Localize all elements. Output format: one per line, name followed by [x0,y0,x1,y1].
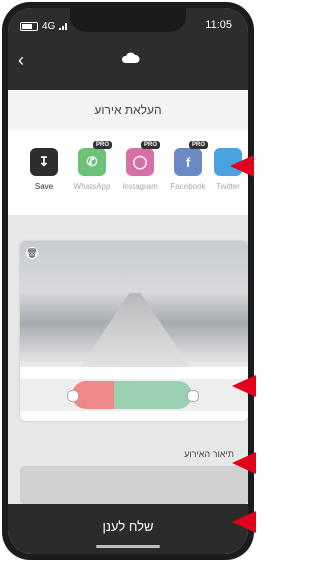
share-label: Twitter [216,182,240,191]
whatsapp-icon: ✆ PRO [78,141,112,176]
network-label: 4G [42,21,56,32]
trash-icon[interactable]: 🗑 [26,247,38,259]
share-label: Save [34,182,54,191]
trim-selection[interactable] [72,381,192,409]
share-whatsapp[interactable]: ✆ PRO WhatsApp [72,141,112,191]
twitter-icon [214,148,242,176]
notch [70,8,186,32]
share-row: ↧ Save ✆ PRO WhatsApp ◯ PRO Instagram f PRO… [8,130,248,215]
road-image [80,293,190,367]
app-header: ‹ [8,40,248,90]
video-card: 🗑 [20,241,248,421]
trim-handle-left[interactable] [67,390,79,402]
phone-frame: 4G 11:05 ‹ העלאת אירוע ↧ Save ✆ PRO Whats… [2,2,254,560]
download-icon: ↧ [30,148,58,176]
share-save[interactable]: ↧ Save [24,148,64,191]
clock: 11:05 [205,19,232,31]
share-instagram[interactable]: ◯ PRO Instagram [120,141,160,191]
pro-badge: PRO [140,141,160,149]
signal-icon [59,23,69,30]
share-label: WhatsApp [73,182,111,191]
pro-badge: PRO [92,141,112,149]
description-input[interactable] [20,466,248,504]
screen: 4G 11:05 ‹ העלאת אירוע ↧ Save ✆ PRO Whats… [8,8,248,554]
share-label: Facebook [170,182,206,191]
home-indicator [96,545,160,548]
battery-icon [20,22,38,31]
video-timeline[interactable] [20,379,248,411]
chevron-left-icon[interactable]: ‹ [18,50,24,71]
video-preview[interactable]: 🗑 [20,241,248,367]
cloud-icon [121,52,140,63]
trim-handle-right[interactable] [187,390,199,402]
facebook-icon: f PRO [174,141,208,176]
upload-event-title: העלאת אירוע [8,90,248,130]
pro-badge: PRO [188,141,208,149]
description-label: תיאור האירוע [184,449,234,459]
instagram-icon: ◯ PRO [126,141,160,176]
share-label: Instagram [122,182,158,191]
share-facebook[interactable]: f PRO Facebook [168,141,208,191]
